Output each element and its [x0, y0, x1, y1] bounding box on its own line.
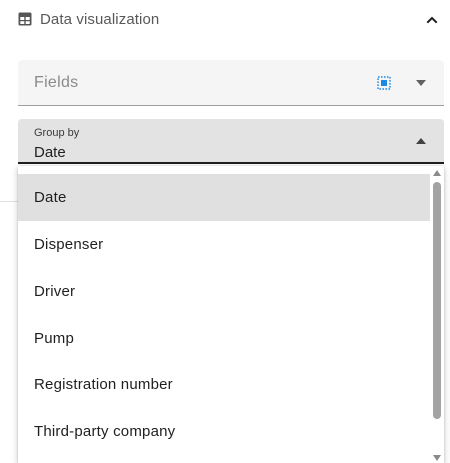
chevron-up-icon[interactable] [425, 13, 439, 27]
menu-item-pump[interactable]: Pump [18, 315, 430, 362]
caret-up-icon[interactable] [416, 138, 426, 144]
divider [0, 201, 18, 202]
group-by-value: Date [34, 144, 66, 161]
scroll-up-arrow-icon[interactable] [433, 170, 441, 176]
scroll-down-arrow-icon[interactable] [433, 455, 441, 461]
data-visualization-header[interactable]: Data visualization [0, 0, 450, 40]
menu-item-driver[interactable]: Driver [18, 268, 430, 315]
table-icon [18, 12, 32, 26]
menu-item-registration-number[interactable]: Registration number [18, 361, 430, 408]
scrollbar-thumb[interactable] [433, 182, 441, 419]
menu-item-date[interactable]: Date [18, 174, 430, 221]
menu-item-dispenser[interactable]: Dispenser [18, 221, 430, 268]
page: Data visualization Fields Group by Date … [0, 0, 450, 463]
fields-label: Fields [34, 74, 79, 91]
fields-select[interactable]: Fields [18, 60, 444, 106]
group-by-label: Group by [34, 127, 80, 139]
section-title: Data visualization [40, 11, 160, 28]
select-all-icon[interactable] [377, 76, 391, 90]
group-by-select[interactable]: Group by Date [18, 119, 444, 164]
caret-down-icon[interactable] [416, 80, 426, 86]
menu-item-third-party-company[interactable]: Third-party company [18, 408, 430, 455]
group-by-menu[interactable]: Date Dispenser Driver Pump Registration … [18, 166, 444, 463]
scrollbar[interactable] [430, 166, 444, 463]
